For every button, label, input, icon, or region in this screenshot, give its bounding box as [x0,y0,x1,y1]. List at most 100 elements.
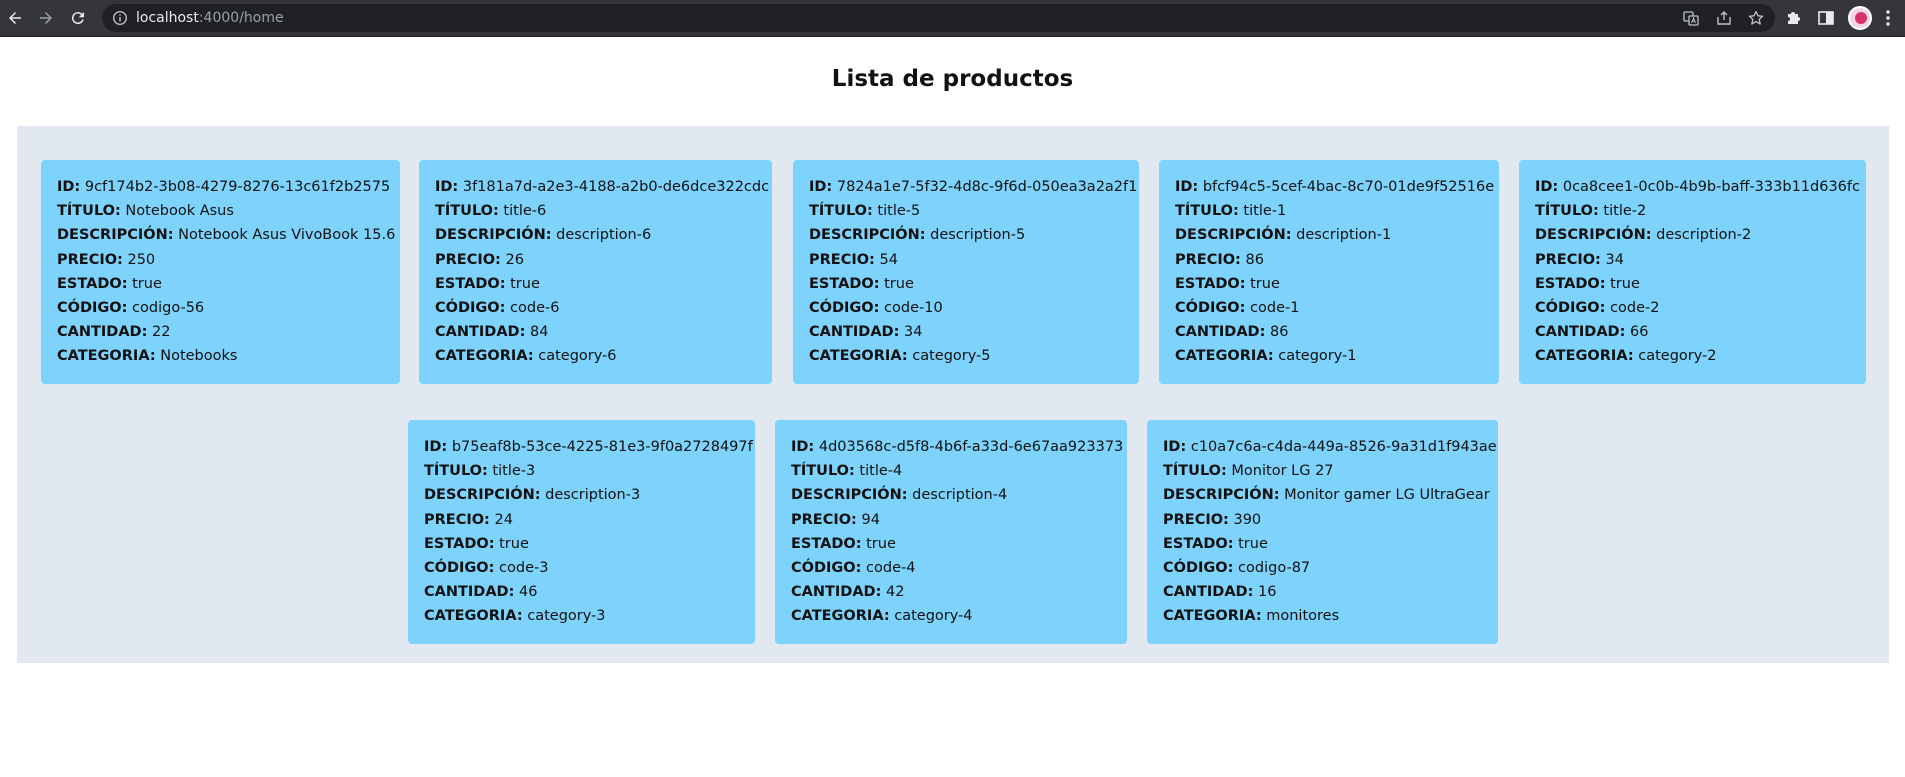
product-field-estado: ESTADO: true [57,272,384,296]
field-label: CANTIDAD: [1175,324,1266,341]
field-value: c10a7c6a-c4da-449a-8526-9a31d1f943ae [1186,439,1497,455]
field-value: codigo-87 [1233,560,1311,577]
field-label: ID: [1535,179,1559,195]
profile-avatar[interactable] [1848,6,1872,30]
reload-icon[interactable] [66,6,90,30]
field-value: 34 [899,324,923,341]
field-value: true [1245,275,1280,292]
field-label: CATEGORIA: [424,608,523,625]
product-field-descripcion: DESCRIPCIÓN: description-2 [1535,223,1850,247]
product-field-cantidad: CANTIDAD: 46 [424,580,739,604]
product-field-cantidad: CANTIDAD: 16 [1163,580,1482,604]
field-label: CANTIDAD: [424,584,515,601]
star-icon[interactable] [1748,10,1764,26]
field-value: true [505,275,540,292]
field-value: category-6 [533,348,617,365]
field-value: Notebook Asus [120,203,234,220]
product-field-id: ID: c10a7c6a-c4da-449a-8526-9a31d1f943ae [1163,435,1497,459]
field-label: CÓDIGO: [1535,300,1606,317]
field-value: description-1 [1291,227,1392,244]
product-field-titulo: TÍTULO: Monitor LG 27 [1163,459,1482,483]
share-icon[interactable] [1716,10,1732,26]
field-value: 94 [856,511,880,528]
forward-arrow-icon[interactable] [34,6,58,30]
field-label: CANTIDAD: [435,324,526,341]
url-path: :4000/home [198,10,284,26]
product-card: ID: c10a7c6a-c4da-449a-8526-9a31d1f943ae… [1147,420,1498,644]
product-field-categoria: CATEGORIA: Notebooks [57,344,384,368]
kebab-menu-icon[interactable] [1884,9,1892,27]
product-field-codigo: CÓDIGO: codigo-87 [1163,556,1482,580]
field-label: ESTADO: [1175,275,1246,292]
field-label: ID: [791,439,815,455]
browser-toolbar: localhost:4000/home [0,0,1905,37]
product-field-titulo: TÍTULO: title-2 [1535,199,1850,223]
field-value: category-3 [522,608,606,625]
field-value: category-5 [907,348,991,365]
product-field-estado: ESTADO: true [791,532,1111,556]
back-arrow-icon[interactable] [3,6,27,30]
product-card: ID: b75eaf8b-53ce-4225-81e3-9f0a2728497f… [408,420,755,644]
extensions-puzzle-icon[interactable] [1785,9,1803,27]
field-label: ESTADO: [57,275,128,292]
field-label: CÓDIGO: [424,560,495,577]
url-text[interactable]: localhost:4000/home [136,9,284,27]
product-field-cantidad: CANTIDAD: 86 [1175,320,1483,344]
field-label: DESCRIPCIÓN: [424,487,541,504]
field-value: description-2 [1651,227,1752,244]
field-label: CÓDIGO: [57,300,128,317]
field-value: code-3 [494,560,549,577]
field-value: 0ca8cee1-0c0b-4b9b-baff-333b11d636fc [1558,179,1860,195]
product-field-categoria: CATEGORIA: category-3 [424,604,739,628]
product-field-titulo: TÍTULO: title-4 [791,459,1111,483]
translate-icon[interactable] [1683,10,1699,26]
product-field-estado: ESTADO: true [424,532,739,556]
field-label: CÓDIGO: [809,300,880,317]
product-field-id: ID: 9cf174b2-3b08-4279-8276-13c61f2b2575 [57,175,390,199]
field-label: CATEGORIA: [809,348,908,365]
product-field-categoria: CATEGORIA: category-1 [1175,344,1483,368]
field-value: Monitor gamer LG UltraGear [1279,487,1490,504]
field-value: 3f181a7d-a2e3-4188-a2b0-de6dce322cdc [458,179,770,195]
field-label: ESTADO: [435,275,506,292]
product-field-descripcion: DESCRIPCIÓN: description-1 [1175,223,1483,247]
field-value: description-4 [907,487,1008,504]
product-field-descripcion: DESCRIPCIÓN: description-4 [791,483,1111,507]
info-icon[interactable] [112,10,128,26]
product-field-descripcion: DESCRIPCIÓN: description-5 [809,223,1123,247]
side-panel-icon[interactable] [1817,9,1835,27]
product-field-id: ID: 3f181a7d-a2e3-4188-a2b0-de6dce322cdc [435,175,769,199]
field-label: CATEGORIA: [1535,348,1634,365]
product-field-precio: PRECIO: 24 [424,508,739,532]
field-value: 86 [1265,324,1289,341]
product-field-cantidad: CANTIDAD: 84 [435,320,756,344]
field-value: title-5 [872,203,921,220]
product-field-codigo: CÓDIGO: code-6 [435,296,756,320]
field-value: title-3 [487,463,536,480]
field-label: ID: [435,179,459,195]
field-value: 250 [122,251,156,268]
product-card: ID: bfcf94c5-5cef-4bac-8c70-01de9f52516e… [1159,160,1499,384]
product-field-precio: PRECIO: 34 [1535,248,1850,272]
address-bar[interactable]: localhost:4000/home [102,4,1775,32]
field-label: CÓDIGO: [1163,560,1234,577]
field-label: ID: [1175,179,1199,195]
product-card: ID: 0ca8cee1-0c0b-4b9b-baff-333b11d636fc… [1519,160,1866,384]
product-field-descripcion: DESCRIPCIÓN: description-6 [435,223,756,247]
field-label: TÍTULO: [424,463,488,480]
field-value: code-2 [1605,300,1660,317]
field-label: DESCRIPCIÓN: [1175,227,1292,244]
field-value: code-1 [1245,300,1300,317]
field-value: description-3 [540,487,641,504]
product-field-titulo: TÍTULO: Notebook Asus [57,199,384,223]
field-label: CATEGORIA: [435,348,534,365]
field-label: CANTIDAD: [1535,324,1626,341]
field-value: true [1233,535,1268,552]
field-label: PRECIO: [424,511,490,528]
field-label: DESCRIPCIÓN: [435,227,552,244]
field-value: Notebooks [155,348,238,365]
product-field-cantidad: CANTIDAD: 66 [1535,320,1850,344]
field-value: 9cf174b2-3b08-4279-8276-13c61f2b2575 [80,179,391,195]
product-field-precio: PRECIO: 54 [809,248,1123,272]
product-field-codigo: CÓDIGO: code-2 [1535,296,1850,320]
